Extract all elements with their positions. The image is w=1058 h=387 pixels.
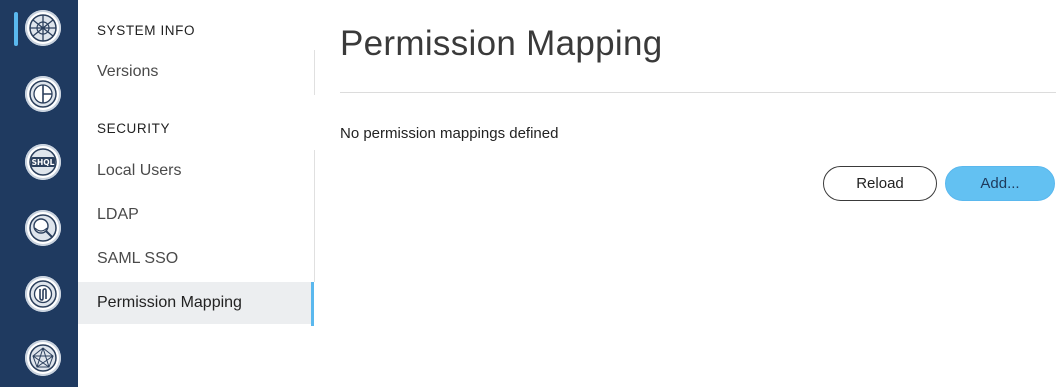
reload-button[interactable]: Reload bbox=[823, 166, 937, 201]
sidebar-item-saml-sso[interactable]: SAML SSO bbox=[78, 238, 314, 280]
network-topology-icon[interactable] bbox=[25, 340, 61, 376]
sidebar-item-local-users[interactable]: Local Users bbox=[78, 150, 314, 192]
sidebar-item-permission-mapping[interactable]: Permission Mapping bbox=[78, 282, 314, 326]
sidebar-divider-top bbox=[314, 50, 315, 95]
sidebar-item-ldap[interactable]: LDAP bbox=[78, 194, 314, 236]
sidebar-divider-bottom bbox=[314, 150, 315, 282]
globe-search-icon[interactable] bbox=[25, 210, 61, 246]
empty-state-message: No permission mappings defined bbox=[340, 125, 559, 142]
section-heading-security: SECURITY bbox=[97, 121, 171, 136]
page-title: Permission Mapping bbox=[340, 24, 663, 63]
add-button[interactable]: Add... bbox=[945, 166, 1055, 201]
network-globe-icon[interactable] bbox=[25, 10, 61, 46]
icon-rail: SHQL bbox=[0, 0, 78, 387]
svg-text:SHQL: SHQL bbox=[32, 158, 55, 167]
rail-active-indicator bbox=[14, 12, 18, 46]
shql-icon[interactable]: SHQL bbox=[25, 144, 61, 180]
sidebar-item-versions[interactable]: Versions bbox=[78, 51, 314, 93]
settings-sidebar: SYSTEM INFO Versions SECURITY Local User… bbox=[78, 0, 315, 387]
section-heading-system-info: SYSTEM INFO bbox=[97, 23, 196, 38]
title-divider bbox=[340, 92, 1056, 93]
switch-icon[interactable] bbox=[25, 276, 61, 312]
pie-chart-icon[interactable] bbox=[25, 76, 61, 112]
